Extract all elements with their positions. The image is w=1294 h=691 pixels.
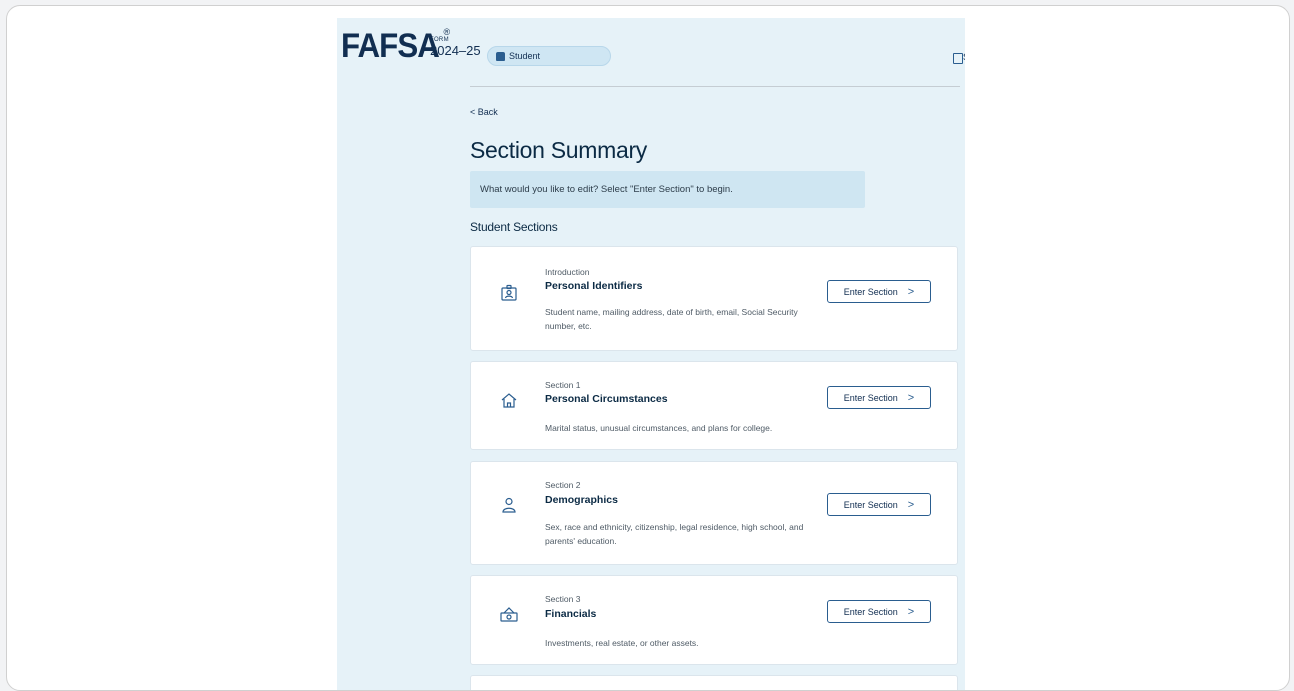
section-card-introduction: Introduction Personal Identifiers Studen…	[470, 246, 958, 351]
back-link[interactable]: < Back	[470, 107, 498, 117]
enter-section-button-section-2[interactable]: Enter Section >	[827, 493, 931, 516]
button-label: Enter Section	[843, 392, 898, 403]
section-card-section-3: Section 3 Financials Investments, real e…	[470, 575, 958, 665]
chevron-right-icon: >	[907, 498, 915, 511]
card-description: Sex, race and ethnicity, citizenship, le…	[545, 522, 804, 546]
chevron-right-icon: >	[907, 391, 915, 404]
card-title: Personal Circumstances	[545, 393, 668, 405]
form-year-block: FORM 2024–25	[430, 37, 481, 58]
section-card-next	[470, 675, 958, 690]
role-badge[interactable]: Student	[487, 46, 611, 66]
card-kicker: Section 2	[545, 480, 581, 490]
header-divider	[470, 86, 960, 87]
card-title: Demographics	[545, 494, 618, 506]
sections-heading: Student Sections	[470, 220, 558, 234]
card-kicker: Section 3	[545, 594, 581, 604]
save-icon[interactable]	[953, 53, 963, 64]
enter-section-button-section-3[interactable]: Enter Section >	[827, 600, 931, 623]
button-label: Enter Section	[843, 286, 898, 297]
card-title: Personal Identifiers	[545, 280, 643, 292]
button-label: Enter Section	[843, 606, 898, 617]
chevron-right-icon: >	[907, 605, 915, 618]
card-description: Marital status, unusual circumstances, a…	[545, 423, 773, 433]
card-title: Financials	[545, 608, 597, 620]
section-card-section-2: Section 2 Demographics Sex, race and eth…	[470, 461, 958, 565]
person-icon	[499, 495, 519, 515]
registered-mark: ®	[443, 27, 451, 37]
home-icon	[499, 391, 519, 411]
card-description: Investments, real estate, or other asset…	[545, 638, 699, 648]
logo-wordmark: FAFSA	[341, 27, 440, 65]
save-label[interactable]: S	[963, 52, 965, 62]
card-kicker: Introduction	[545, 267, 590, 277]
button-label: Enter Section	[843, 499, 898, 510]
role-label: Student	[509, 51, 541, 61]
enter-section-button-section-1[interactable]: Enter Section >	[827, 386, 931, 409]
fafsa-page: FAFSA ® FORM 2024–25 Student S < Back Se…	[337, 18, 965, 690]
enter-section-button-introduction[interactable]: Enter Section >	[827, 280, 931, 303]
card-kicker: Section 1	[545, 380, 581, 390]
form-year: 2024–25	[430, 43, 481, 58]
instruction-notice: What would you like to edit? Select "Ent…	[470, 171, 865, 208]
student-icon	[496, 51, 505, 61]
chevron-right-icon: >	[907, 285, 915, 298]
page-title: Section Summary	[470, 137, 648, 163]
id-card-icon	[499, 283, 519, 303]
card-description: Student name, mailing address, date of b…	[545, 307, 798, 331]
money-icon	[499, 604, 519, 624]
browser-frame: FAFSA ® FORM 2024–25 Student S < Back Se…	[6, 5, 1290, 691]
section-card-section-1: Section 1 Personal Circumstances Marital…	[470, 361, 958, 450]
notice-text: What would you like to edit? Select "Ent…	[480, 184, 733, 195]
